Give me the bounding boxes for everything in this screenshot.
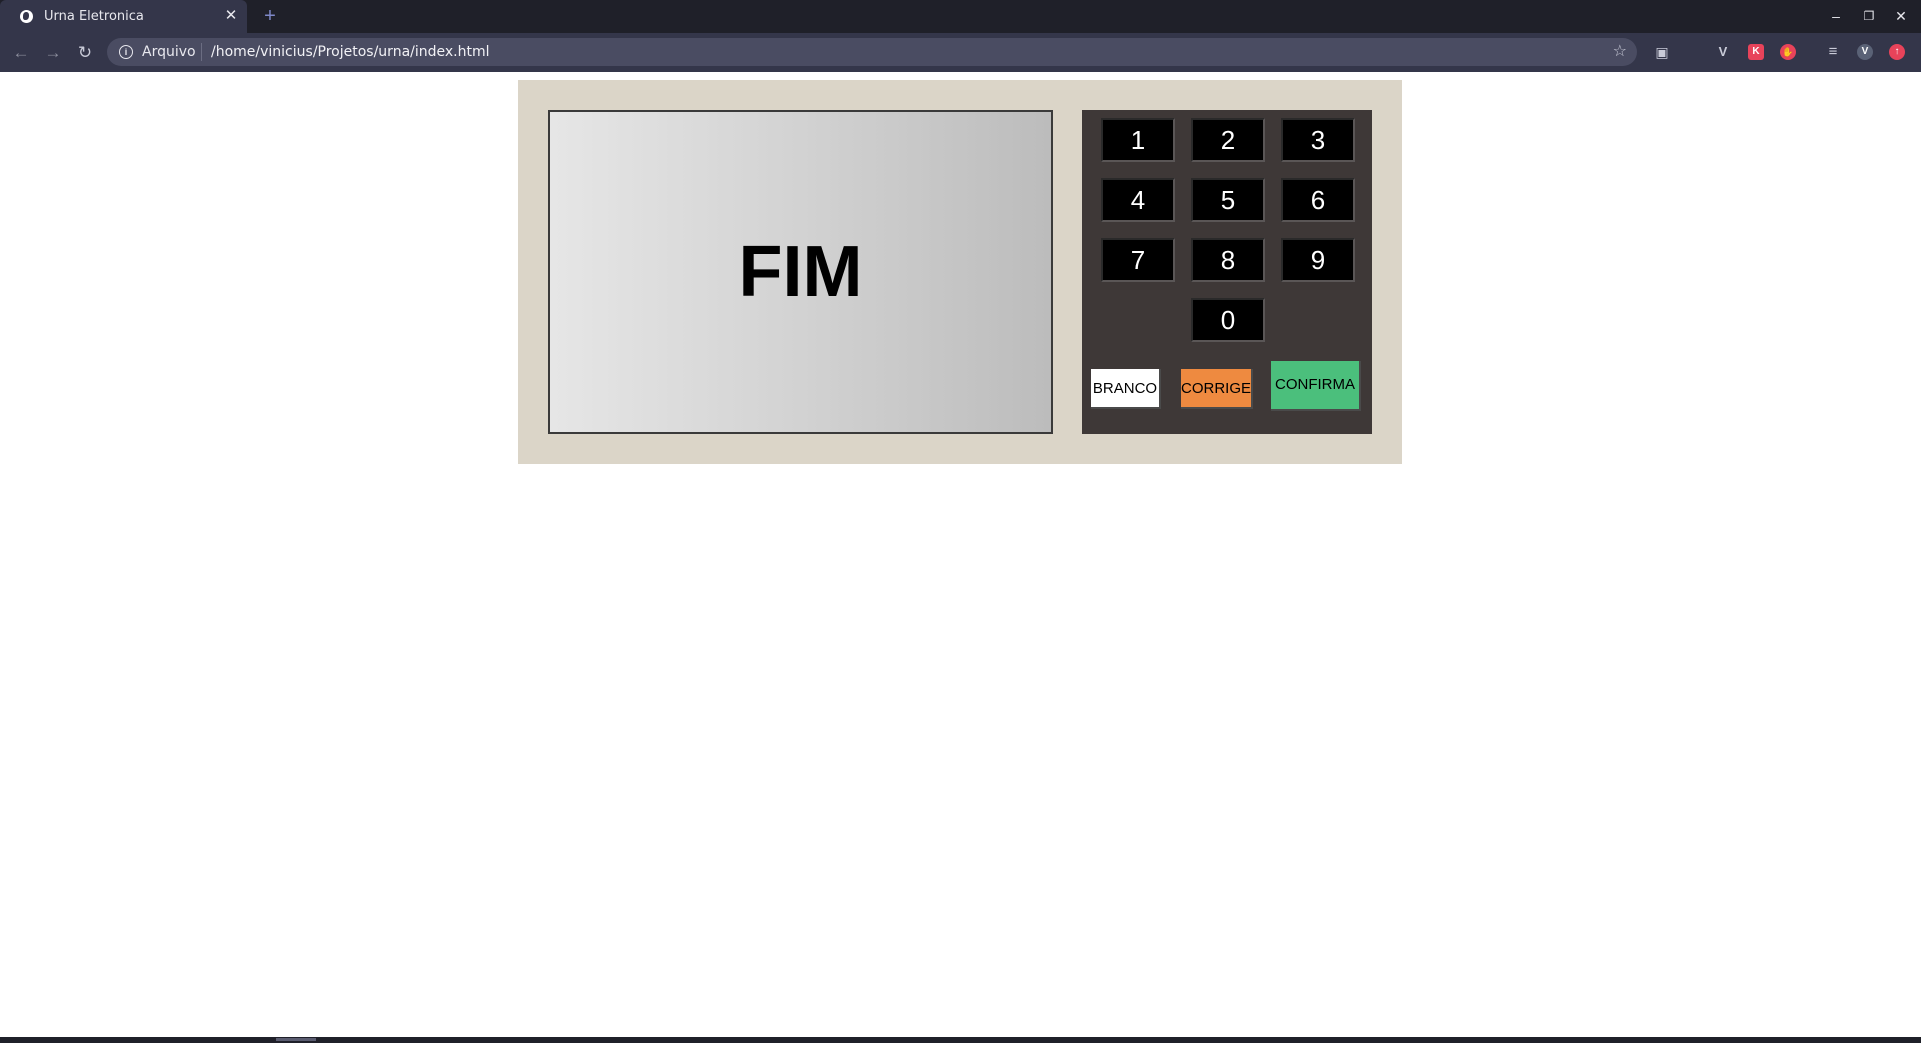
minimize-button[interactable]: –: [1825, 5, 1847, 27]
key-2[interactable]: 2: [1191, 118, 1265, 162]
corrige-button[interactable]: CORRIGE: [1181, 369, 1253, 409]
info-icon[interactable]: i: [119, 45, 133, 59]
globe-icon: [20, 10, 33, 23]
page-viewport: FIM 1 2 3 4 5 6 7 8 9 0 BRANCO CORRIGE C…: [0, 72, 1921, 1037]
key-1[interactable]: 1: [1101, 118, 1175, 162]
address-separator: [201, 43, 202, 61]
back-arrow-icon[interactable]: ←: [10, 42, 32, 64]
v-extension-icon[interactable]: V: [1715, 44, 1731, 60]
voting-machine: FIM 1 2 3 4 5 6 7 8 9 0 BRANCO CORRIGE C…: [518, 80, 1402, 464]
key-3[interactable]: 3: [1281, 118, 1355, 162]
browser-tab[interactable]: Urna Eletronica ✕: [0, 0, 247, 33]
bookmark-star-icon[interactable]: ☆: [1613, 41, 1627, 61]
avatar[interactable]: V: [1857, 44, 1873, 60]
scrollbar-thumb[interactable]: [276, 1038, 316, 1041]
screen-message: FIM: [738, 232, 863, 312]
key-4[interactable]: 4: [1101, 178, 1175, 222]
browser-toolbar: ← → ↻ i Arquivo /home/vinicius/Projetos/…: [0, 33, 1921, 72]
confirma-button[interactable]: CONFIRMA: [1271, 361, 1361, 411]
reload-icon[interactable]: ↻: [74, 42, 96, 64]
tab-title: Urna Eletronica: [44, 9, 144, 24]
branco-button[interactable]: BRANCO: [1091, 369, 1161, 409]
address-bar[interactable]: i Arquivo /home/vinicius/Projetos/urna/i…: [107, 38, 1637, 66]
key-6[interactable]: 6: [1281, 178, 1355, 222]
urna-keypad: 1 2 3 4 5 6 7 8 9 0 BRANCO CORRIGE CONFI…: [1082, 110, 1372, 434]
k-extension-icon[interactable]: K: [1748, 44, 1764, 60]
forward-arrow-icon[interactable]: →: [42, 42, 64, 64]
key-5[interactable]: 5: [1191, 178, 1265, 222]
close-window-button[interactable]: ✕: [1890, 5, 1912, 27]
key-7[interactable]: 7: [1101, 238, 1175, 282]
upload-extension-icon[interactable]: ↑: [1889, 44, 1905, 60]
key-9[interactable]: 9: [1281, 238, 1355, 282]
key-0[interactable]: 0: [1191, 298, 1265, 342]
hand-extension-icon[interactable]: ✋: [1780, 44, 1796, 60]
reading-list-icon[interactable]: ≡: [1822, 41, 1844, 63]
cast-icon[interactable]: ▣: [1651, 41, 1673, 63]
urna-screen: FIM: [548, 110, 1053, 434]
key-8[interactable]: 8: [1191, 238, 1265, 282]
browser-tab-bar: Urna Eletronica ✕ + – ❐ ✕: [0, 0, 1921, 33]
url-text[interactable]: /home/vinicius/Projetos/urna/index.html: [211, 44, 490, 60]
tab-close-icon[interactable]: ✕: [222, 6, 240, 26]
new-tab-button[interactable]: +: [259, 5, 281, 27]
bottom-scrollbar[interactable]: [0, 1037, 1921, 1043]
restore-button[interactable]: ❐: [1858, 5, 1880, 27]
scheme-label: Arquivo: [142, 44, 196, 60]
